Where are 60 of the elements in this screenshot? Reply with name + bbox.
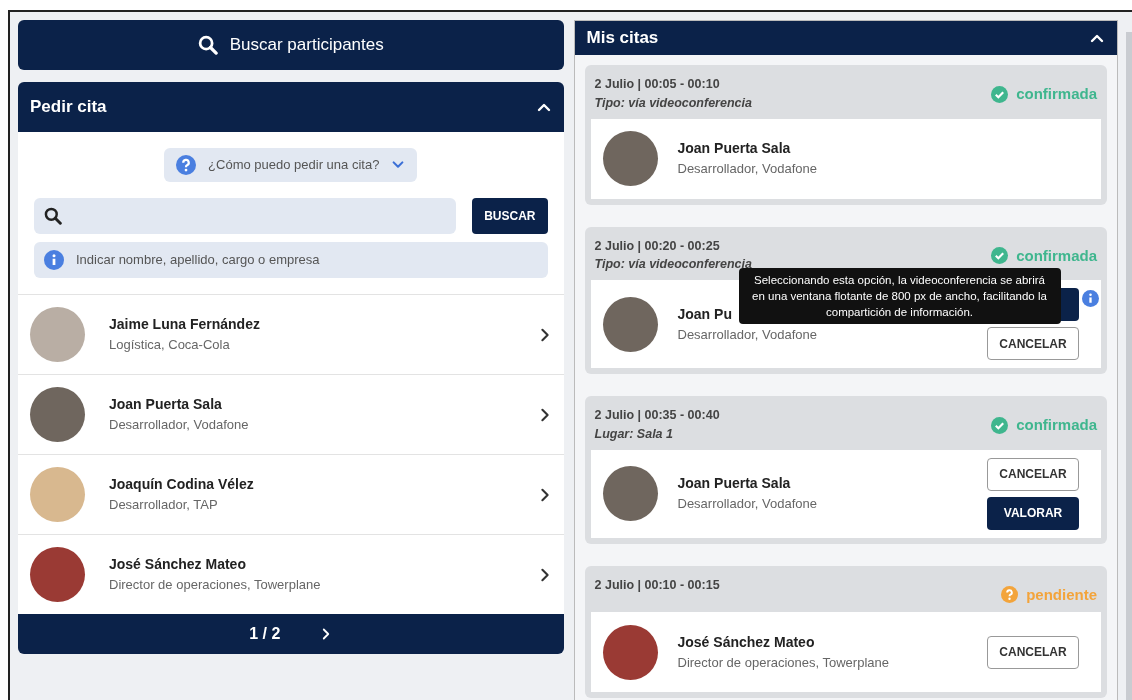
panel-header[interactable]: Pedir cita [18, 82, 564, 132]
avatar-placeholder [30, 387, 85, 442]
participant-role: Desarrollador, Vodafone [677, 160, 817, 179]
info-icon [44, 250, 64, 270]
appointment-detail: Lugar: Sala 1 [594, 425, 674, 443]
rate-button[interactable]: VALORAR [987, 496, 1079, 530]
question-icon [176, 155, 197, 175]
avatar-placeholder [30, 547, 85, 602]
participant-role: Desarrollador, Vodafone [109, 416, 250, 435]
hint-text: Indicar nombre, apellido, cargo o empresa [76, 251, 320, 270]
participant-role: Logística, Coca-Cola [109, 336, 231, 355]
participant-row[interactable]: Jaime Luna Fernández Logística, Coca-Cola [18, 294, 564, 374]
participant-role: Director de operaciones, Towerplane [109, 576, 322, 595]
participant-name: José Sánchez Mateo [677, 632, 816, 652]
participant-row[interactable]: Joan Puerta Sala Desarrollador, Vodafone [18, 374, 564, 454]
appointment-detail: Tipo: vía videoconferencia [594, 94, 752, 112]
search-icon [44, 207, 62, 225]
search-button[interactable]: BUSCAR [472, 198, 548, 234]
avatar-placeholder [30, 467, 85, 522]
search-icon [197, 35, 218, 55]
avatar-placeholder [30, 307, 85, 362]
cancel-button[interactable]: CANCELAR [987, 457, 1079, 491]
participant-name: Joan Puerta Sala [677, 139, 792, 159]
appointment-time: 2 Julio | 00:20 - 00:25 [594, 237, 721, 255]
page-indicator: 1 / 2 [249, 624, 281, 644]
panel-title: Mis citas [586, 27, 659, 50]
participant-role: Desarrollador, TAP [109, 496, 219, 515]
participant-role: Desarrollador, Vodafone [677, 495, 817, 514]
check-circle-icon [991, 416, 1009, 434]
status-label: pendiente [1026, 584, 1097, 605]
status-label: confirmada [1016, 245, 1097, 266]
participant-role: Director de operaciones, Towerplane [677, 653, 889, 672]
search-field[interactable] [34, 198, 457, 234]
status-label: confirmada [1016, 415, 1097, 435]
status-label: confirmada [1016, 84, 1097, 104]
participant-name: Joan Puerta Sala [109, 395, 223, 415]
info-icon[interactable] [1082, 290, 1099, 307]
participant-name: Jaime Luna Fernández [109, 315, 261, 335]
appointment-time: 2 Julio | 00:05 - 00:10 [594, 76, 721, 93]
appointment-time: 2 Julio | 00:10 - 00:15 [594, 576, 720, 594]
participant-name: Joan Pu [677, 304, 733, 324]
participant-name: Joan Puerta Sala [677, 474, 792, 494]
participant-name: José Sánchez Mateo [109, 555, 247, 575]
help-toggle[interactable]: ¿Cómo puedo pedir una cita? [164, 148, 418, 182]
appointment-time: 2 Julio | 00:35 - 00:40 [594, 407, 720, 424]
check-circle-icon [991, 85, 1009, 103]
participant-name: Joaquín Codina Vélez [109, 475, 255, 495]
check-circle-icon [991, 247, 1009, 265]
search-participants-button[interactable]: Buscar participantes [18, 20, 564, 70]
panel-title: Pedir cita [30, 96, 107, 119]
cancel-button[interactable]: CANCELAR [987, 635, 1079, 669]
scrollbar[interactable] [1126, 32, 1132, 700]
tooltip: Seleccionando esta opción, la videoconferencia se abrirá en una ventana flotante de 800 px de ancho, facilitando la compartición de información. [738, 268, 1061, 325]
participant-row[interactable]: Joaquín Codina Vélez Desarrollador, TAP [18, 454, 564, 534]
avatar-placeholder [602, 131, 658, 186]
cancel-button[interactable]: CANCELAR [987, 327, 1079, 360]
question-icon [1001, 586, 1019, 604]
participant-role: Desarrollador, Vodafone [677, 325, 817, 344]
avatar-placeholder [602, 466, 658, 521]
panel-header[interactable]: Mis citas [574, 21, 1117, 55]
